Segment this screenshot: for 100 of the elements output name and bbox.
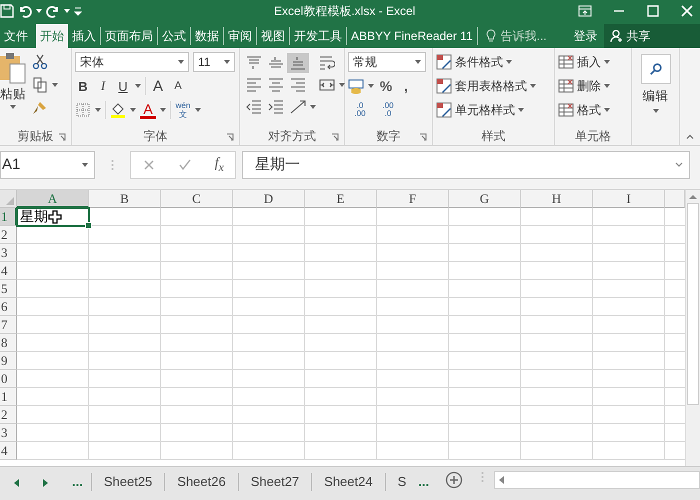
font-size-field[interactable]: 11 <box>193 52 235 72</box>
increase-decimal-button[interactable]: .0 .00 <box>348 100 372 120</box>
ribbon-tab[interactable]: 文件 <box>0 24 32 48</box>
row-header[interactable]: 4 <box>0 442 17 460</box>
sheet-tab[interactable]: Sheet27 <box>238 471 312 493</box>
number-format-field[interactable]: 常规 <box>348 52 426 72</box>
caret-icon[interactable] <box>339 83 345 87</box>
italic-button[interactable]: I <box>95 76 111 96</box>
column-header[interactable]: G <box>449 190 521 208</box>
row-header[interactable]: 7 <box>0 316 17 334</box>
column-header[interactable]: B <box>89 190 161 208</box>
sheet-tab[interactable]: Sheet26 <box>165 471 238 493</box>
decrease-font-button[interactable]: A <box>170 76 186 96</box>
sheet-tab[interactable]: Sheet24 <box>312 471 385 493</box>
more-sheets-button[interactable]: ... <box>72 471 91 493</box>
fill-color-icon[interactable] <box>110 102 126 118</box>
ribbon-tab[interactable]: ABBYY FineReader 11 <box>347 24 477 48</box>
cells-menu-button[interactable]: 插入 <box>558 54 610 70</box>
drag-handle-icon[interactable] <box>111 158 114 170</box>
formula-input[interactable]: 星期一 <box>242 150 690 178</box>
increase-font-button[interactable]: A <box>150 76 166 96</box>
align-bottom-button[interactable] <box>287 53 309 73</box>
ribbon-tab[interactable]: 开始 <box>36 24 68 48</box>
row-header[interactable]: 8 <box>0 334 17 352</box>
font-name-field[interactable]: 宋体 <box>75 52 189 72</box>
styles-menu-button[interactable]: 条件格式 <box>436 54 512 70</box>
cells-menu-button[interactable]: 删除 <box>558 78 610 94</box>
percent-button[interactable]: % <box>378 76 394 96</box>
underline-button[interactable]: U <box>115 76 131 96</box>
column-header[interactable]: C <box>161 190 233 208</box>
close-icon[interactable] <box>680 4 694 18</box>
share-button[interactable]: 共享 <box>604 24 700 48</box>
row-header[interactable]: 9 <box>0 352 17 370</box>
sheet-tab[interactable]: S <box>386 471 418 493</box>
caret-icon[interactable] <box>95 108 101 112</box>
scroll-thumb[interactable] <box>687 203 699 405</box>
add-sheet-icon[interactable] <box>445 471 464 489</box>
caret-icon[interactable] <box>52 83 58 87</box>
borders-icon[interactable] <box>75 102 91 118</box>
collapse-ribbon-icon[interactable] <box>686 134 694 139</box>
scroll-left-icon[interactable] <box>499 476 504 484</box>
caret-icon[interactable] <box>160 108 166 112</box>
phonetic-button[interactable]: wén 文 <box>175 100 191 120</box>
column-header[interactable]: D <box>233 190 305 208</box>
dialog-launcher-icon[interactable] <box>226 133 234 141</box>
copy-icon[interactable] <box>32 77 48 93</box>
cell-grid[interactable]: 星期 <box>17 208 685 460</box>
dialog-launcher-icon[interactable] <box>419 133 427 141</box>
dialog-launcher-icon[interactable] <box>58 133 66 141</box>
ribbon-tab[interactable]: 公式 <box>158 24 190 48</box>
splitter-handle-icon[interactable] <box>481 471 484 483</box>
font-color-button[interactable]: A <box>140 102 156 118</box>
row-header[interactable]: 1 <box>0 388 17 406</box>
styles-menu-button[interactable]: 单元格样式 <box>436 102 524 118</box>
row-header[interactable]: 2 <box>0 406 17 424</box>
styles-menu-button[interactable]: 套用表格格式 <box>436 78 536 94</box>
caret-icon[interactable] <box>195 108 201 112</box>
row-header[interactable]: 0 <box>0 370 17 388</box>
expand-icon[interactable] <box>675 162 683 167</box>
selected-cell[interactable]: 星期 <box>16 207 90 227</box>
caret-icon[interactable] <box>64 9 70 13</box>
vertical-scrollbar[interactable] <box>685 190 700 466</box>
row-header[interactable]: 4 <box>0 262 17 280</box>
comma-button[interactable]: , <box>398 76 414 96</box>
ribbon-tab[interactable]: 视图 <box>257 24 289 48</box>
fill-handle[interactable] <box>85 222 92 229</box>
format-painter-icon[interactable] <box>32 100 48 116</box>
row-header[interactable]: 1 <box>0 208 17 226</box>
dialog-launcher-icon[interactable] <box>331 133 339 141</box>
customize-toolbar-icon[interactable] <box>74 6 82 16</box>
save-icon[interactable] <box>0 4 14 18</box>
more-sheets-button[interactable]: ... <box>418 471 438 493</box>
currency-icon[interactable] <box>348 78 364 94</box>
row-header[interactable]: 3 <box>0 244 17 262</box>
column-header[interactable]: H <box>521 190 593 208</box>
undo-icon[interactable] <box>18 4 32 18</box>
lightbulb-icon[interactable] <box>484 29 498 43</box>
scissors-icon[interactable] <box>32 54 48 70</box>
name-box[interactable]: A1 <box>0 150 95 178</box>
maximize-icon[interactable] <box>646 4 660 18</box>
caret-icon[interactable] <box>36 9 42 13</box>
caret-icon[interactable] <box>135 84 141 88</box>
row-header[interactable]: 6 <box>0 298 17 316</box>
column-header[interactable]: I <box>593 190 665 208</box>
caret-icon[interactable] <box>368 84 374 88</box>
next-sheet-icon[interactable] <box>43 479 48 487</box>
ribbon-display-icon[interactable] <box>578 4 592 18</box>
paste-button[interactable]: 粘贴 <box>0 52 26 127</box>
sheet-tab[interactable]: Sheet25 <box>92 471 164 493</box>
ribbon-tab[interactable]: 审阅 <box>224 24 256 48</box>
redo-icon[interactable] <box>46 4 60 18</box>
column-header[interactable]: E <box>305 190 377 208</box>
caret-icon[interactable] <box>130 108 136 112</box>
horizontal-scrollbar[interactable] <box>494 471 700 489</box>
bold-button[interactable]: B <box>75 76 91 96</box>
cells-menu-button[interactable]: 格式 <box>558 102 610 118</box>
ribbon-tab[interactable]: 开发工具 <box>290 24 346 48</box>
row-header[interactable]: 2 <box>0 226 17 244</box>
ribbon-tab[interactable]: 页面布局 <box>101 24 157 48</box>
ribbon-tab[interactable]: 数据 <box>191 24 223 48</box>
